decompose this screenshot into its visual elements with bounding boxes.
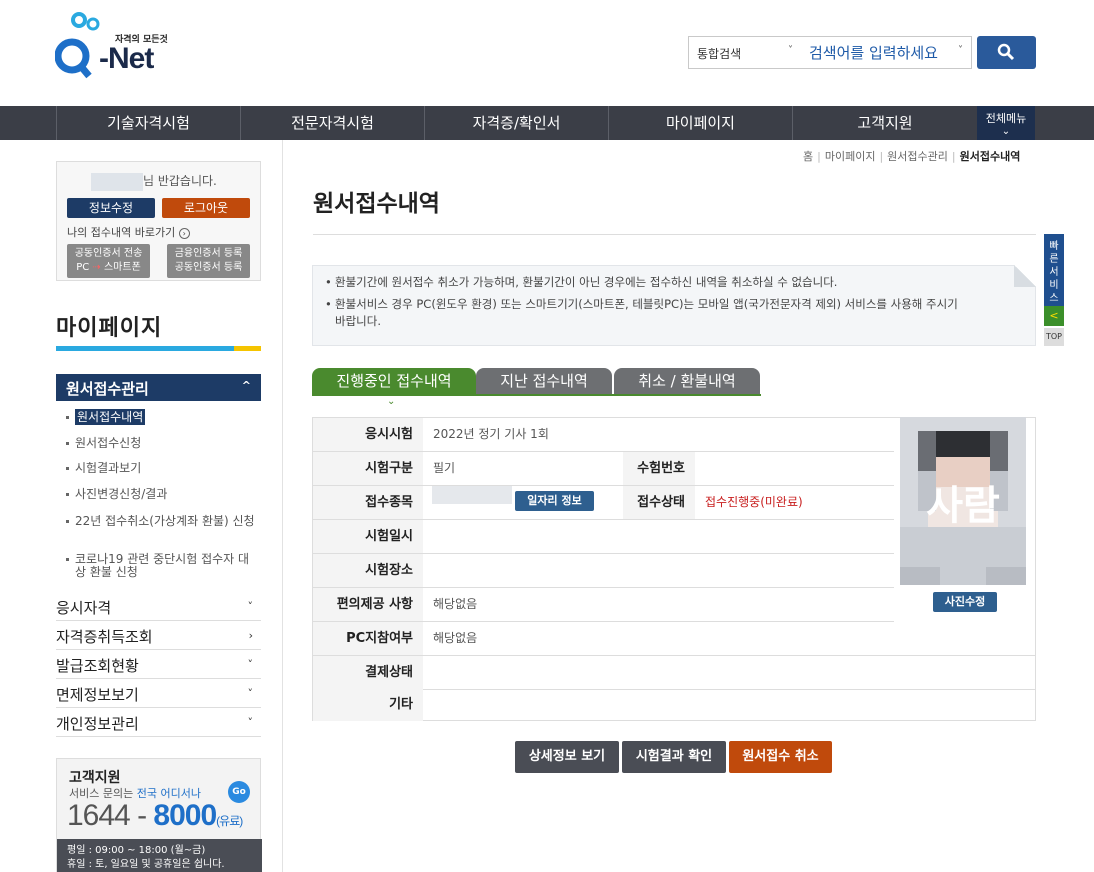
cs-hours: 평일 : 09:00 ~ 18:00 (월~금) 휴일 : 토, 일요일 및 공…: [57, 839, 262, 872]
top-button[interactable]: TOP: [1044, 328, 1064, 346]
nav-certificates[interactable]: 자격증/확인서: [424, 106, 608, 140]
logout-button[interactable]: 로그아웃: [162, 198, 250, 218]
search-scope-select[interactable]: 통합검색 ˅: [689, 37, 799, 68]
chevron-down-icon: ˅: [788, 45, 793, 56]
cert-transfer-button[interactable]: 공동인증서 전송 PC ⇢ 스마트폰: [67, 244, 150, 278]
nav-pro-exam[interactable]: 전문자격시험: [240, 106, 424, 140]
chevron-up-icon: ^: [241, 379, 251, 392]
logo-text: -Net: [99, 42, 154, 75]
photo-edit-button[interactable]: 사진수정: [933, 592, 997, 612]
qnet-logo[interactable]: 자격의 모든것 -Net: [54, 10, 175, 80]
greeting: 님 반갑습니다.: [91, 172, 217, 191]
nav-mypage[interactable]: 마이페이지: [608, 106, 792, 140]
chevron-down-icon: ⌄: [1001, 126, 1011, 137]
table-row: 기타: [313, 688, 1035, 722]
tab-in-progress[interactable]: 진행중인 접수내역: [312, 368, 476, 395]
table-row: PC지참여부 해당없음: [313, 622, 1035, 656]
main-nav: 기술자격시험 전문자격시험 자격증/확인서 마이페이지 고객지원 전체메뉴 ⌄: [0, 106, 1094, 140]
chevron-down-icon: ˅: [247, 687, 254, 700]
chevron-down-icon: ˅: [958, 45, 963, 56]
breadcrumb-app-mgmt[interactable]: 원서접수관리: [887, 150, 948, 163]
menu-issuance-status[interactable]: 발급조회현황 ˅: [56, 650, 261, 679]
notice-item: 환불서비스 경우 PC(윈도우 환경) 또는 스마트기기(스마트폰, 테블릿PC…: [325, 296, 965, 330]
title-underline: [56, 346, 261, 351]
tab-past[interactable]: 지난 접수내역: [476, 368, 612, 395]
my-receipt-link[interactable]: 나의 접수내역 바로가기 ›: [67, 224, 190, 240]
submenu-cancel-refund[interactable]: 22년 접수취소(가상계좌 환불) 신청: [66, 515, 256, 528]
chevron-down-icon: ˅: [247, 600, 254, 613]
blurred-username: [91, 172, 143, 191]
job-info-button[interactable]: 일자리 정보: [515, 491, 594, 511]
submenu-receipt-history[interactable]: 원서접수내역: [66, 409, 256, 425]
photo-overlay-text: 사람: [926, 483, 1000, 529]
chevron-down-icon: ˅: [247, 716, 254, 729]
search-box: 통합검색 ˅ 검색어를 입력하세요 ˅: [688, 36, 972, 69]
cs-phone-number: 1644 - 8000(유료): [67, 799, 243, 832]
breadcrumb-mypage[interactable]: 마이페이지: [825, 150, 876, 163]
table-row: 편의제공 사항 해당없음: [313, 588, 894, 622]
section-title: 마이페이지: [56, 316, 163, 341]
tabs-underline: [312, 394, 761, 396]
exam-result-button[interactable]: 시험결과 확인: [622, 741, 726, 773]
table-row: 시험구분 필기 수험번호: [313, 452, 894, 486]
nav-support[interactable]: 고객지원: [792, 106, 977, 140]
customer-support-box: 고객지원 서비스 문의는 전국 어디서나 Go 1644 - 8000(유료) …: [56, 758, 262, 872]
table-row: 시험장소: [313, 554, 894, 588]
menu-eligibility[interactable]: 응시자격 ˅: [56, 592, 261, 621]
notice-box: 환불기간에 원서접수 취소가 가능하며, 환불기간이 아닌 경우에는 접수하신 …: [312, 265, 1036, 346]
arrow-right-icon: ⇢: [92, 262, 101, 273]
search-button[interactable]: [977, 36, 1036, 69]
submenu-exam-results[interactable]: 시험결과보기: [66, 462, 256, 475]
search-input[interactable]: 검색어를 입력하세요 ˅: [801, 37, 971, 68]
cert-register-button[interactable]: 금융인증서 등록 공동인증서 등록: [167, 244, 250, 278]
title-divider: [313, 234, 1036, 235]
quick-service-button[interactable]: 빠른서비스: [1044, 234, 1064, 306]
menu-application-management[interactable]: 원서접수관리 ^: [56, 374, 261, 401]
submenu-photo-change[interactable]: 사진변경신청/결과: [66, 488, 256, 501]
menu-cert-lookup[interactable]: 자격증취득조회 ›: [56, 621, 261, 650]
blurred-receipt-item: [432, 486, 512, 504]
status-value: 접수진행중(미완료): [705, 495, 803, 509]
arrow-right-circle-icon: ›: [178, 228, 190, 239]
chevron-down-icon: ˅: [247, 658, 254, 671]
breadcrumb-home[interactable]: 홈: [803, 150, 813, 163]
submenu-covid-refund[interactable]: 코로나19 관련 중단시험 접수자 대상 환불 신청: [66, 553, 256, 579]
edit-info-button[interactable]: 정보수정: [67, 198, 155, 218]
menu-exemption-info[interactable]: 면제정보보기 ˅: [56, 679, 261, 708]
detail-view-button[interactable]: 상세정보 보기: [515, 741, 619, 773]
search-icon: [997, 43, 1015, 61]
cancel-application-button[interactable]: 원서접수 취소: [729, 741, 832, 773]
page-title: 원서접수내역: [313, 191, 440, 217]
cs-title: 고객지원: [69, 770, 121, 786]
table-row: 결제상태: [313, 656, 1035, 690]
quick-service-bar: 빠른서비스 < TOP: [1044, 234, 1064, 346]
chevron-down-icon: ⌄: [387, 396, 396, 407]
applicant-photo: 사람: [900, 417, 1026, 585]
table-row: 접수종목 접수상태 접수진행중(미완료): [313, 486, 894, 520]
notice-item: 환불기간에 원서접수 취소가 가능하며, 환불기간이 아닌 경우에는 접수하신 …: [325, 274, 1023, 291]
all-menu-button[interactable]: 전체메뉴 ⌄: [977, 106, 1035, 140]
quick-collapse-icon[interactable]: <: [1044, 306, 1064, 326]
chevron-right-icon: ›: [248, 629, 253, 642]
content-divider: [282, 140, 283, 872]
breadcrumb: 홈 | 마이페이지 | 원서접수관리 | 원서접수내역: [803, 150, 1021, 163]
nav-tech-exam[interactable]: 기술자격시험: [56, 106, 240, 140]
header: 자격의 모든것 -Net 통합검색 ˅ 검색어를 입력하세요 ˅: [0, 0, 1094, 106]
breadcrumb-current: 원서접수내역: [959, 150, 1021, 163]
submenu-apply[interactable]: 원서접수신청: [66, 437, 256, 450]
title-underline-accent: [234, 346, 261, 351]
table-row: 응시시험 2022년 정기 기사 1회: [313, 418, 894, 452]
table-row: 시험일시: [313, 520, 894, 554]
menu-personal-info[interactable]: 개인정보관리 ˅: [56, 708, 261, 737]
login-box: 님 반갑습니다. 정보수정 로그아웃 나의 접수내역 바로가기 › 공동인증서 …: [56, 161, 261, 281]
tab-cancel-refund[interactable]: 취소 / 환불내역: [614, 368, 760, 395]
